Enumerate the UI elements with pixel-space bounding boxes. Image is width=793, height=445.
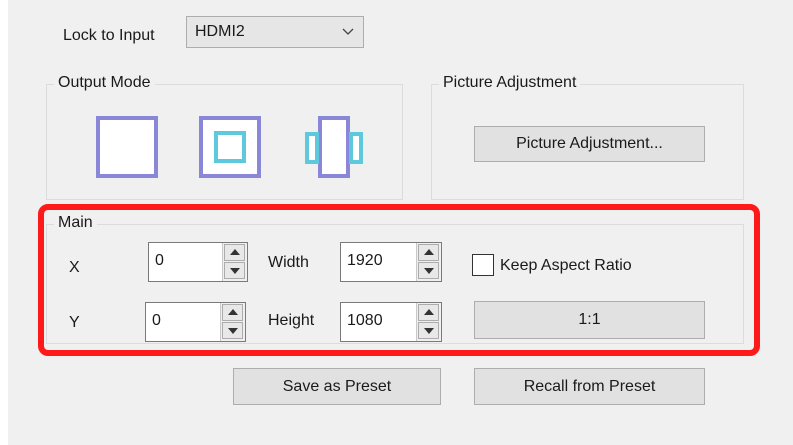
- lock-to-input-value: HDMI2: [195, 23, 245, 40]
- output-mode-full-icon[interactable]: [96, 116, 158, 178]
- chevron-down-icon: [342, 28, 354, 35]
- output-mode-inset-icon[interactable]: [199, 116, 261, 178]
- recall-from-preset-button[interactable]: Recall from Preset: [474, 368, 705, 405]
- save-as-preset-button[interactable]: Save as Preset: [233, 368, 441, 405]
- lock-to-input-select[interactable]: HDMI2: [186, 16, 364, 48]
- highlight-box: [38, 204, 760, 356]
- picture-adjustment-title: Picture Adjustment: [439, 73, 581, 93]
- picture-adjustment-button[interactable]: Picture Adjustment...: [474, 126, 705, 162]
- lock-to-input-label: Lock to Input: [63, 27, 155, 44]
- output-mode-title: Output Mode: [54, 73, 155, 93]
- output-mode-sides-icon[interactable]: [303, 116, 365, 178]
